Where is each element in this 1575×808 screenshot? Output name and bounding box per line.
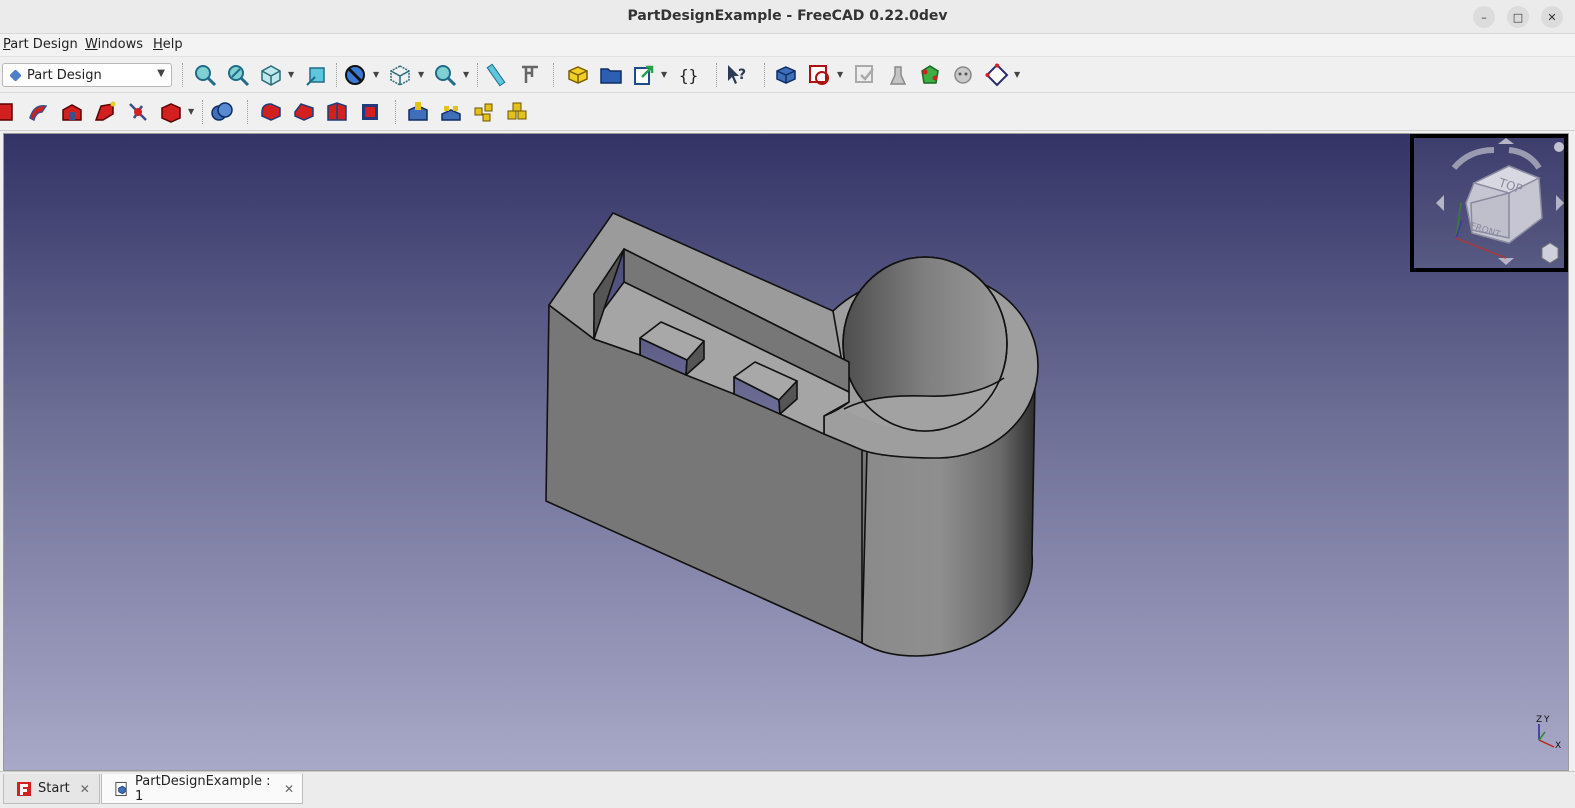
chevron-down-icon[interactable]: ▼ <box>1014 70 1020 79</box>
tab-start-label: Start <box>38 781 70 796</box>
menu-help[interactable]: Help <box>153 37 183 52</box>
chevron-down-icon[interactable]: ▼ <box>188 107 194 116</box>
view-menu-cube-icon[interactable] <box>1541 242 1559 264</box>
create-body-icon[interactable] <box>774 63 798 87</box>
mirrored-icon[interactable] <box>406 100 430 124</box>
navigation-cube[interactable]: TOP FRONT <box>1410 134 1568 272</box>
validate-sketch-icon[interactable] <box>853 63 877 87</box>
subtractive-helix-icon[interactable] <box>126 100 150 124</box>
svg-text:?: ? <box>738 67 746 83</box>
toolbar-separator <box>202 100 203 124</box>
polar-pattern-icon[interactable] <box>472 100 496 124</box>
workbench-selector[interactable]: Part Design ▼ <box>2 63 172 87</box>
toolbar-separator <box>182 63 183 87</box>
menu-windows[interactable]: Windows <box>85 37 143 52</box>
arrow-left-icon[interactable] <box>1436 195 1444 211</box>
subtractive-primitive-icon[interactable] <box>0 100 16 124</box>
close-icon[interactable]: ✕ <box>80 782 90 796</box>
create-group-icon[interactable] <box>599 63 623 87</box>
arrow-up-icon[interactable] <box>1498 138 1514 144</box>
chevron-down-icon[interactable]: ▼ <box>418 70 424 79</box>
toolbar-separator <box>716 63 717 87</box>
chevron-down-icon[interactable]: ▼ <box>288 70 294 79</box>
svg-text:X: X <box>1555 741 1561 751</box>
workbench-label: Part Design <box>27 68 102 83</box>
chevron-down-icon: ▼ <box>157 68 165 79</box>
document-icon <box>115 781 127 796</box>
svg-text:Z: Z <box>1536 715 1542 725</box>
toolbar-separator <box>553 63 554 87</box>
part-model[interactable] <box>4 134 1568 770</box>
close-button[interactable]: ✕ <box>1541 6 1563 28</box>
create-sketch-icon[interactable] <box>807 63 831 87</box>
variable-set-icon[interactable]: {} <box>677 63 701 87</box>
tab-partdesignexample[interactable]: PartDesignExample : 1 ✕ <box>101 774 303 804</box>
groove-icon[interactable] <box>26 100 50 124</box>
shape-binder-icon[interactable] <box>886 63 910 87</box>
isometric-view-icon[interactable] <box>259 63 283 87</box>
view-bounding-icon[interactable] <box>305 63 329 87</box>
document-tabs: Start ✕ PartDesignExample : 1 ✕ <box>0 771 1575 808</box>
part-design-icon <box>9 69 22 82</box>
datum-plane-icon[interactable] <box>985 63 1009 87</box>
make-link-icon[interactable] <box>632 63 656 87</box>
measure-icon[interactable] <box>484 63 508 87</box>
caliper-icon[interactable] <box>518 63 542 87</box>
close-icon[interactable]: ✕ <box>284 782 294 796</box>
fit-all-icon[interactable] <box>193 63 217 87</box>
toolbar-separator <box>477 63 478 87</box>
toolbar-separator <box>336 63 337 87</box>
title-bar: PartDesignExample - FreeCAD 0.22.0dev – … <box>0 0 1575 34</box>
fit-selection-icon[interactable] <box>226 63 250 87</box>
multi-transform-icon[interactable] <box>505 100 529 124</box>
subtractive-pipe-icon[interactable] <box>93 100 117 124</box>
zoom-icon[interactable] <box>433 63 457 87</box>
chevron-down-icon[interactable]: ▼ <box>463 70 469 79</box>
chevron-down-icon[interactable]: ▼ <box>837 70 843 79</box>
minimize-button[interactable]: – <box>1473 6 1495 28</box>
main-toolbar: Part Design ▼ ▼ ▼ ▼ ▼ ▼ {} ? ▼ ▼ <box>0 56 1575 93</box>
svg-text:Y: Y <box>1543 715 1550 725</box>
linear-pattern-icon[interactable] <box>439 100 463 124</box>
menu-bar: Part Design Windows Help <box>0 34 1575 56</box>
toolbar-separator <box>764 63 765 87</box>
boolean-icon[interactable] <box>210 100 234 124</box>
clone-icon[interactable] <box>951 63 975 87</box>
rotate-left-arrow-icon[interactable] <box>1451 147 1495 171</box>
rotate-right-arrow-icon[interactable] <box>1508 147 1542 170</box>
subtractive-box-icon[interactable] <box>159 100 183 124</box>
arrow-right-icon[interactable] <box>1556 195 1564 211</box>
create-part-icon[interactable] <box>566 63 590 87</box>
whats-this-icon[interactable]: ? <box>725 63 749 87</box>
fillet-icon[interactable] <box>259 100 283 124</box>
draw-style-icon[interactable] <box>343 63 367 87</box>
freecad-logo-icon <box>17 781 31 796</box>
chamfer-icon[interactable] <box>292 100 316 124</box>
maximize-button[interactable]: □ <box>1507 6 1529 28</box>
axis-cross: Z Y X <box>1536 715 1561 751</box>
subtractive-loft-icon[interactable] <box>60 100 84 124</box>
bounding-box-icon[interactable] <box>388 63 412 87</box>
arrow-down-icon[interactable] <box>1498 258 1514 265</box>
menu-part-design[interactable]: Part Design <box>3 37 78 52</box>
draft-icon[interactable] <box>325 100 349 124</box>
window-title: PartDesignExample - FreeCAD 0.22.0dev <box>627 8 948 24</box>
tab-partdesignexample-label: PartDesignExample : 1 <box>135 773 271 804</box>
sub-shape-binder-icon[interactable] <box>918 63 942 87</box>
tab-start[interactable]: Start ✕ <box>3 774 100 804</box>
chevron-down-icon[interactable]: ▼ <box>661 70 667 79</box>
thickness-icon[interactable] <box>358 100 382 124</box>
3d-viewport[interactable]: TOP FRONT Z Y X <box>3 133 1569 771</box>
chevron-down-icon[interactable]: ▼ <box>373 70 379 79</box>
toolbar-separator <box>247 100 248 124</box>
menu-dot-icon[interactable] <box>1554 142 1564 152</box>
svg-text:{}: {} <box>679 66 698 85</box>
toolbar-separator <box>395 100 396 124</box>
feature-toolbar: ▼ <box>0 93 1575 131</box>
